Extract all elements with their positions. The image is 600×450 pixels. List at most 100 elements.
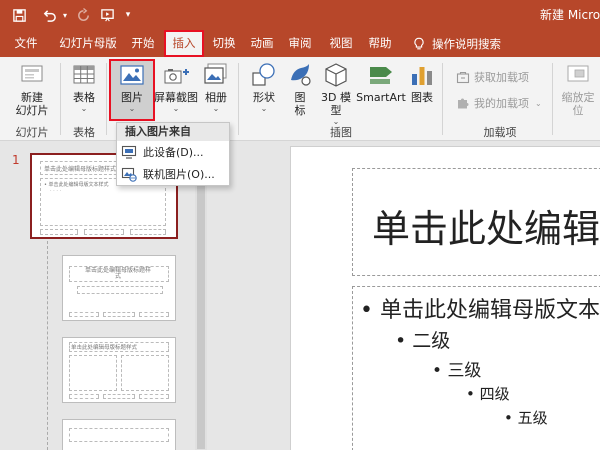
slide-thumbnail-layout[interactable]: 单击此处编辑母版标题样 式 — [62, 255, 176, 321]
thumb-footer-box — [139, 312, 169, 317]
title-bar: ▾ ▾ 新建 Microsoft PowerPoint 演示文稿 — [0, 0, 600, 30]
cube-icon — [322, 61, 350, 89]
picture-button[interactable]: 图片 ⌄ — [109, 59, 155, 121]
ribbon-tabs: 文件 幻灯片母版 开始 插入 切换 动画 审阅 视图 帮助 操作说明搜索 — [0, 30, 600, 57]
thumb-content-box — [121, 355, 169, 391]
zoom-icon — [564, 61, 592, 89]
undo-icon[interactable] — [40, 0, 58, 30]
smartart-button[interactable]: SmartArt — [356, 61, 406, 104]
bullet-4: • — [466, 385, 475, 403]
body-level-4: • 四级 — [466, 383, 510, 404]
smartart-label: SmartArt — [356, 91, 406, 104]
lightbulb-icon — [414, 37, 424, 49]
save-icon[interactable] — [10, 0, 28, 30]
document-title: 新建 Microsoft PowerPoint 演示文稿 — [540, 8, 600, 22]
zoom-label: 缩放定 位 — [561, 91, 595, 117]
ribbon-separator — [60, 63, 61, 135]
thumb-title-box — [69, 428, 169, 442]
body-level-3-text: 三级 — [447, 361, 482, 381]
thumb-title-text: 单击此处编辑母版标题样式 — [71, 345, 138, 351]
photo-album-button[interactable]: 相册 ⌄ — [200, 61, 232, 114]
new-slide-button[interactable]: 新建 幻灯片 — [12, 61, 52, 117]
group-label-table: 表格 — [73, 126, 95, 139]
bullet-5: • — [504, 409, 513, 427]
shapes-button[interactable]: 形状 ⌄ — [246, 61, 282, 114]
insert-picture-dropdown: 插入图片来自 此设备(D)... 联机图片(O)... — [116, 122, 230, 186]
thumb-footer-box — [103, 312, 135, 317]
tab-home[interactable]: 开始 — [124, 30, 162, 57]
body-level-5-text: 五级 — [517, 409, 548, 427]
device-icon — [121, 145, 137, 159]
tab-slide-master[interactable]: 幻灯片母版 — [56, 30, 120, 57]
chevron-down-icon: ⌄ — [172, 104, 180, 113]
insert-from-device-item[interactable]: 此设备(D)... — [117, 141, 229, 163]
thumb-footer-box — [40, 229, 78, 235]
chevron-down-icon: ⌄ — [128, 104, 136, 113]
group-label-slides: 幻灯片 — [15, 126, 49, 139]
table-button[interactable]: 表格 ⌄ — [66, 61, 102, 114]
bullet-3: • — [432, 361, 443, 381]
slide-thumbnail-pane: 1 单击此处编辑母版标题样式 • 单击此处编辑母版文本样式 · · · · 单击… — [0, 141, 210, 450]
thumb-level-dots: · · · · — [50, 188, 62, 194]
ribbon-separator — [106, 63, 107, 135]
photo-album-label: 相册 — [205, 91, 227, 104]
get-addins-button[interactable]: 获取加载项 — [456, 69, 529, 85]
thumb-footer-box — [69, 312, 99, 317]
icons-icon — [286, 61, 314, 89]
bullet-1: • — [360, 298, 373, 323]
icons-button[interactable]: 图 标 — [284, 61, 316, 117]
tab-animations[interactable]: 动画 — [244, 30, 280, 57]
thumb-body-text: • 单击此处编辑母版文本样式 — [44, 182, 109, 188]
slide-thumbnail-layout[interactable] — [62, 419, 176, 450]
thumb-subtitle-box — [77, 286, 163, 294]
thumb-footer-box — [84, 229, 124, 235]
icons-label: 图 标 — [294, 91, 306, 117]
chart-button[interactable]: 图表 — [408, 61, 436, 104]
picture-label: 图片 — [121, 91, 143, 104]
shapes-icon — [250, 61, 278, 89]
layout-tree-connector — [47, 241, 48, 450]
slideshow-icon[interactable] — [98, 0, 116, 30]
screenshot-label: 屏幕截图 — [154, 91, 198, 104]
tab-insert[interactable]: 插入 — [164, 30, 204, 57]
new-slide-label: 新建 幻灯片 — [15, 91, 49, 117]
bullet-2: • — [395, 330, 407, 352]
3d-models-button[interactable]: 3D 模 型 ⌄ — [318, 61, 354, 127]
group-label-illustrations: 插图 — [330, 126, 352, 139]
my-addins-button[interactable]: 我的加载项 ⌄ — [456, 95, 542, 111]
thumbnail-scrollbar[interactable] — [195, 141, 207, 450]
tab-transitions[interactable]: 切换 — [206, 30, 242, 57]
body-level-1-text: 单击此处编辑母版文本样式 — [379, 298, 600, 323]
scrollbar-thumb[interactable] — [197, 149, 205, 449]
slide-number: 1 — [12, 153, 20, 167]
group-label-addins: 加载项 — [483, 126, 517, 139]
online-picture-icon — [121, 167, 137, 182]
customize-icon[interactable]: ▾ — [122, 0, 134, 30]
screenshot-button[interactable]: 屏幕截图 ⌄ — [154, 61, 198, 114]
3d-models-label: 3D 模 型 — [321, 91, 351, 117]
redo-icon[interactable] — [74, 0, 92, 30]
thumb-footer-box — [103, 394, 135, 399]
thumb-footer-box — [139, 394, 169, 399]
thumb-footer-box — [69, 394, 99, 399]
body-level-4-text: 四级 — [479, 385, 510, 403]
tab-help[interactable]: 帮助 — [362, 30, 398, 57]
puzzle-icon — [458, 98, 469, 109]
insert-online-picture-item[interactable]: 联机图片(O)... — [117, 163, 229, 185]
screenshot-icon — [162, 61, 190, 89]
chevron-down-icon: ⌄ — [535, 98, 542, 108]
tab-review[interactable]: 审阅 — [282, 30, 318, 57]
tab-view[interactable]: 视图 — [322, 30, 360, 57]
chevron-down-icon: ⌄ — [80, 104, 88, 113]
undo-dropdown-icon[interactable]: ▾ — [60, 0, 70, 30]
body-level-5: • 五级 — [504, 407, 548, 428]
tell-me-search[interactable]: 操作说明搜索 — [412, 30, 501, 57]
master-title-text: 单击此处编辑母版标题样式 — [372, 207, 600, 251]
new-slide-icon — [18, 61, 46, 89]
chevron-down-icon: ⌄ — [212, 104, 220, 113]
body-level-2-text: 二级 — [412, 330, 451, 352]
zoom-button[interactable]: 缩放定 位 — [558, 61, 598, 117]
slide-thumbnail-layout[interactable]: 单击此处编辑母版标题样式 — [62, 337, 176, 403]
tab-file[interactable]: 文件 — [8, 30, 44, 57]
chart-icon — [408, 61, 436, 89]
